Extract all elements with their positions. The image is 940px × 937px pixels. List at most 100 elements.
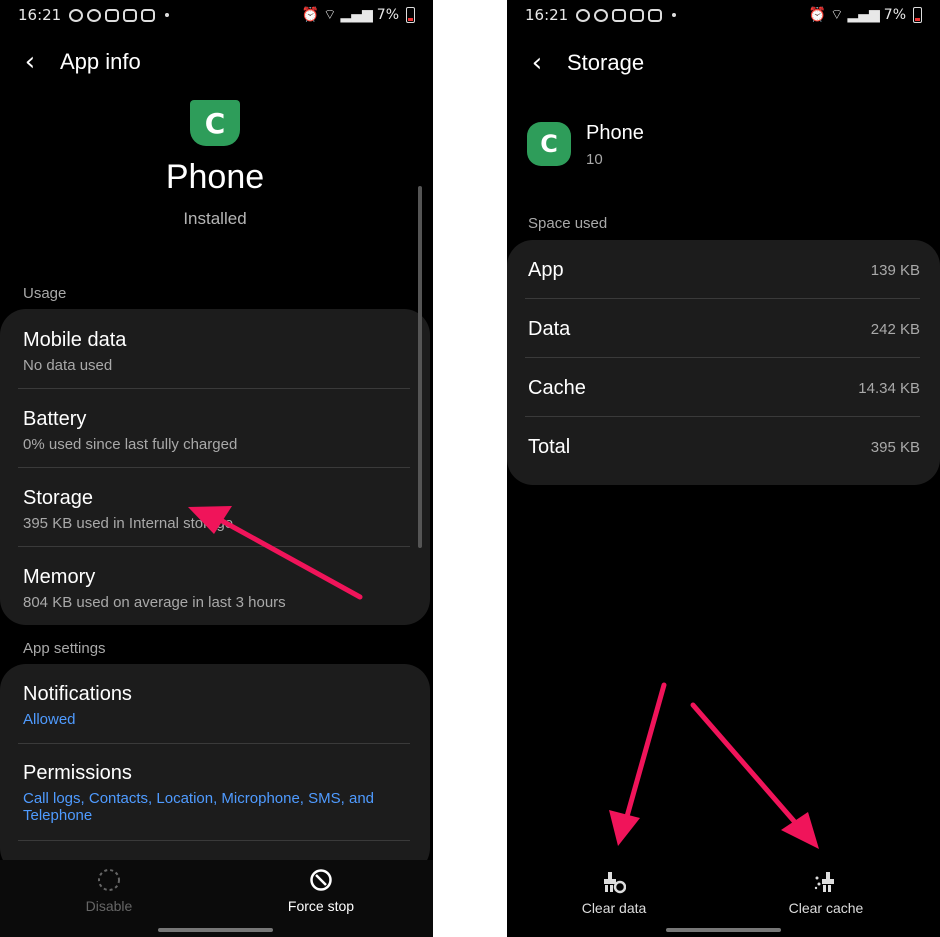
memory-item[interactable]: Memory 804 KB used on average in last 3 … <box>0 566 430 611</box>
force-stop-icon <box>309 868 333 892</box>
divider <box>525 357 920 358</box>
mobile-data-item[interactable]: Mobile data No data used <box>0 329 430 374</box>
app-bar: ‹ Storage <box>507 41 940 85</box>
signal-icon: ▂▄▆ <box>340 7 373 23</box>
app-header: C Phone Installed <box>0 100 430 229</box>
clear-cache-label: Clear cache <box>788 900 864 916</box>
divider <box>18 743 410 744</box>
app-name: Phone <box>586 122 644 144</box>
clear-cache-icon <box>814 870 838 894</box>
signal-icon: ▂▄▆ <box>847 7 880 23</box>
storage-row-label: Total <box>528 436 571 458</box>
whatsapp-icon <box>87 8 102 22</box>
battery-item[interactable]: Battery 0% used since last fully charged <box>0 408 430 453</box>
alarm-icon: ⏰ <box>808 7 827 23</box>
divider <box>18 840 410 841</box>
app-settings-section-label: App settings <box>23 640 106 657</box>
battery-percent: 7% <box>376 7 399 23</box>
install-status: Installed <box>183 209 247 228</box>
bottom-action-bar: Disable Force stop <box>0 860 433 937</box>
usage-card: Mobile data No data used Battery 0% used… <box>0 309 430 625</box>
storage-row-value: 14.34 KB <box>858 380 920 397</box>
voicemail-icon <box>612 8 627 22</box>
storage-row-total: Total 395 KB <box>507 418 940 477</box>
space-used-section-label: Space used <box>528 215 608 232</box>
status-time: 16:21 <box>18 6 62 24</box>
more-notifications-icon <box>672 13 677 17</box>
whatsapp-icon <box>594 8 609 22</box>
storage-row-value: 139 KB <box>870 262 920 279</box>
storage-row-data: Data 242 KB <box>507 300 940 359</box>
phone-app-icon: C <box>527 122 571 166</box>
mobile-data-title: Mobile data <box>23 329 127 351</box>
status-bar: 16:21 ⏰ ⌔ ▂▄▆ 7% <box>0 0 433 30</box>
page-title: Storage <box>567 50 645 75</box>
notifications-title: Notifications <box>23 683 132 705</box>
storage-row-label: Cache <box>528 377 586 399</box>
storage-item[interactable]: Storage 395 KB used in Internal storage <box>0 487 430 532</box>
divider <box>18 546 410 547</box>
storage-row-label: App <box>528 259 564 281</box>
divider <box>18 467 410 468</box>
memory-title: Memory <box>23 566 96 588</box>
back-arrow-icon[interactable]: ‹ <box>507 41 567 85</box>
storage-title: Storage <box>23 487 94 509</box>
app-version: 10 <box>586 151 603 168</box>
notifications-subtitle: Allowed <box>23 711 76 728</box>
app-info: Phone 10 <box>586 122 644 168</box>
storage-row-label: Data <box>528 318 571 340</box>
battery-title: Battery <box>23 408 87 430</box>
storage-subtitle: 395 KB used in Internal storage <box>23 515 234 532</box>
status-right: ⏰ ⌔ ▂▄▆ 7% <box>302 6 415 24</box>
messenger-icon <box>576 8 591 22</box>
disable-label: Disable <box>85 898 133 914</box>
notification-icons <box>576 8 677 22</box>
battery-icon <box>406 7 415 23</box>
storage-row-value: 242 KB <box>870 321 920 338</box>
clear-cache-button[interactable]: Clear cache <box>751 870 901 916</box>
divider <box>18 388 410 389</box>
more-notifications-icon <box>165 13 170 17</box>
permissions-title: Permissions <box>23 762 132 784</box>
usage-section-label: Usage <box>23 285 67 302</box>
back-arrow-icon[interactable]: ‹ <box>0 40 60 84</box>
gesture-handle[interactable] <box>666 928 781 932</box>
notifications-item[interactable]: Notifications Allowed <box>0 683 430 728</box>
app-info-screen: 16:21 ⏰ ⌔ ▂▄▆ 7% ‹ App info C Phone Inst… <box>0 0 433 937</box>
divider <box>525 298 920 299</box>
storage-row-cache: Cache 14.34 KB <box>507 359 940 418</box>
clear-data-icon <box>602 870 627 894</box>
media-icon <box>141 8 156 22</box>
wifi-icon: ⌔ <box>323 7 337 23</box>
permissions-subtitle: Call logs, Contacts, Location, Microphon… <box>23 790 375 824</box>
space-used-card: App 139 KB Data 242 KB Cache 14.34 KB To… <box>507 240 940 485</box>
force-stop-label: Force stop <box>287 898 355 914</box>
mobile-data-subtitle: No data used <box>23 357 113 374</box>
video-icon <box>123 8 138 22</box>
storage-screen: 16:21 ⏰ ⌔ ▂▄▆ 7% ‹ Storage C Phone 10 Sp… <box>507 0 940 937</box>
storage-row-value: 395 KB <box>870 439 920 456</box>
page-title: App info <box>60 49 141 74</box>
divider <box>525 416 920 417</box>
app-bar: ‹ App info <box>0 40 433 84</box>
app-settings-card: Notifications Allowed Permissions Call l… <box>0 664 430 874</box>
memory-subtitle: 804 KB used on average in last 3 hours <box>23 594 286 611</box>
phone-app-icon: C <box>190 100 240 146</box>
scrollbar[interactable] <box>418 186 422 548</box>
clear-data-label: Clear data <box>581 900 647 916</box>
wifi-icon: ⌔ <box>830 7 844 23</box>
video-icon <box>630 8 645 22</box>
media-icon <box>648 8 663 22</box>
app-summary: C Phone 10 <box>527 122 644 168</box>
battery-percent: 7% <box>883 7 906 23</box>
force-stop-button[interactable]: Force stop <box>246 868 396 914</box>
clear-data-button[interactable]: Clear data <box>539 870 689 916</box>
status-time: 16:21 <box>525 6 569 24</box>
disable-button[interactable]: Disable <box>34 868 184 914</box>
gesture-handle[interactable] <box>158 928 273 932</box>
app-name: Phone <box>165 158 265 196</box>
notification-icons <box>69 8 170 22</box>
battery-icon <box>913 7 922 23</box>
voicemail-icon <box>105 8 120 22</box>
permissions-item[interactable]: Permissions Call logs, Contacts, Locatio… <box>0 762 390 824</box>
